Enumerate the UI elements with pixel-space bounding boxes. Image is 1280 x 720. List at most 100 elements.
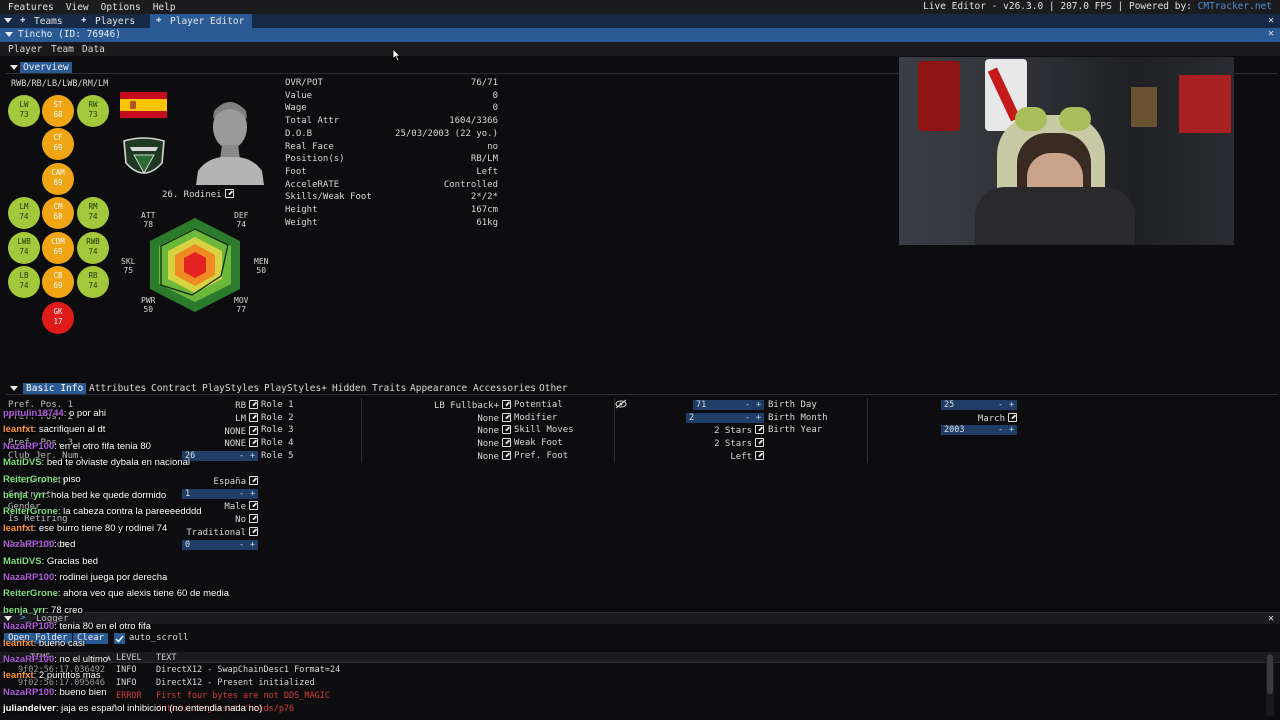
- edit-icon[interactable]: [502, 400, 511, 409]
- skill-stepper[interactable]: 71 - +: [693, 400, 764, 410]
- chat-text: : 2 puntitos mas: [33, 670, 101, 682]
- edit-icon[interactable]: [249, 527, 258, 536]
- tab-accessories[interactable]: Accessories: [470, 383, 539, 394]
- chat-text: : no el ultimo: [54, 654, 109, 665]
- logger-header[interactable]: >_ Logger ✕: [0, 612, 1280, 624]
- role-label: Role 5: [261, 450, 294, 461]
- edit-icon[interactable]: [249, 476, 258, 485]
- subnav-team[interactable]: Team: [51, 44, 74, 55]
- edit-icon[interactable]: [502, 412, 511, 422]
- tab-playstyles-[interactable]: PlayStyles+: [261, 383, 330, 394]
- edit-icon[interactable]: [755, 450, 764, 460]
- pref-pos-3-value: NONE: [224, 427, 246, 437]
- tab-teams[interactable]: ✚ Teams: [14, 14, 71, 28]
- close-icon[interactable]: ✕: [1268, 613, 1274, 624]
- club-jersey-stepper[interactable]: 26- +: [182, 451, 258, 461]
- window-titlebar: Tincho (ID: 76946) ✕: [0, 28, 1280, 42]
- plus-button[interactable]: +: [756, 400, 761, 410]
- collapse-triangle-icon[interactable]: [4, 18, 12, 23]
- edit-icon[interactable]: [502, 450, 511, 460]
- hidden-eye-icon[interactable]: [615, 399, 627, 409]
- chat-username: NazaRP100: [3, 539, 55, 551]
- skill-stepper[interactable]: 2 - +: [686, 412, 764, 423]
- tab-playstyles[interactable]: PlayStyles: [199, 383, 262, 394]
- chat-text: : Gracias bed: [41, 555, 99, 567]
- plus-button[interactable]: +: [1009, 400, 1014, 410]
- tab-bar: ✚ Teams ✚ Players ✚ Player Editor: [0, 14, 1280, 28]
- tab-player-editor[interactable]: ✚ Player Editor: [150, 14, 253, 28]
- edit-icon[interactable]: [502, 425, 511, 435]
- edit-icon[interactable]: [249, 426, 258, 435]
- tab-appearance[interactable]: Appearance: [407, 383, 470, 394]
- tab-players[interactable]: ✚ Players: [75, 14, 143, 28]
- edit-icon[interactable]: [755, 438, 764, 448]
- skill-label: Pref. Foot: [514, 450, 569, 461]
- role-label: Role 3: [261, 425, 294, 436]
- radar-label-skl: SKL 75: [121, 257, 136, 275]
- tab-hidden-traits[interactable]: Hidden Traits: [329, 383, 409, 394]
- position-name: RW: [88, 100, 98, 109]
- close-icon[interactable]: ✕: [1268, 28, 1274, 39]
- plus-button[interactable]: +: [250, 489, 255, 499]
- minus-button[interactable]: -: [998, 400, 1003, 410]
- info-label: Wage: [285, 103, 307, 114]
- tab-attributes[interactable]: Attributes: [86, 383, 149, 394]
- edit-icon[interactable]: [249, 400, 258, 409]
- edit-icon[interactable]: [755, 425, 764, 435]
- menu-view[interactable]: View: [58, 2, 93, 13]
- position-badge-cm: CM 68: [42, 197, 74, 229]
- minus-button[interactable]: -: [239, 451, 244, 461]
- collapse-triangle-icon[interactable]: [10, 386, 18, 391]
- tab-contract[interactable]: Contract: [148, 383, 200, 394]
- edit-icon[interactable]: [224, 189, 234, 198]
- close-tab-icon[interactable]: ✕: [1268, 15, 1274, 26]
- edit-icon[interactable]: [249, 438, 258, 447]
- col-text[interactable]: TEXT: [156, 653, 176, 663]
- minus-button[interactable]: -: [998, 425, 1003, 435]
- tab-basic-info[interactable]: Basic Info: [23, 383, 87, 394]
- position-rating: 73: [19, 110, 29, 119]
- subnav-data[interactable]: Data: [82, 44, 105, 55]
- role-select-value: None: [477, 451, 499, 462]
- role-select: LB Fullback+: [434, 400, 511, 411]
- position-rating: 69: [53, 178, 63, 187]
- birth-label: Birth Year: [768, 425, 823, 436]
- collapse-triangle-icon[interactable]: [10, 65, 18, 70]
- col-level[interactable]: LEVEL: [116, 653, 142, 663]
- info-label: Value: [285, 90, 313, 101]
- minus-button[interactable]: -: [239, 540, 244, 550]
- skill-select-value: 2 Stars: [714, 439, 752, 450]
- subnav-player[interactable]: Player: [8, 44, 42, 55]
- minus-button[interactable]: -: [239, 489, 244, 499]
- skill-label: Modifier: [514, 412, 558, 423]
- auto-scroll-checkbox[interactable]: [114, 633, 125, 644]
- radar-label-pwr: PWR 50: [141, 296, 156, 314]
- edit-icon[interactable]: [502, 438, 511, 448]
- menu-features[interactable]: Features: [0, 2, 58, 13]
- tab-other[interactable]: Other: [536, 383, 571, 394]
- minus-button[interactable]: -: [745, 400, 750, 410]
- menu-options[interactable]: Options: [93, 2, 145, 13]
- plus-button[interactable]: +: [756, 413, 761, 423]
- edit-icon[interactable]: [249, 413, 258, 422]
- minus-button[interactable]: -: [745, 413, 750, 423]
- contract-stepper[interactable]: 1 - +: [182, 489, 258, 499]
- plus-button[interactable]: +: [250, 540, 255, 550]
- birth-stepper[interactable]: 2003 - +: [941, 425, 1017, 436]
- menu-help[interactable]: Help: [145, 2, 180, 13]
- plus-button[interactable]: +: [1009, 425, 1014, 435]
- info-value: 0: [492, 103, 498, 114]
- collapse-triangle-icon[interactable]: [5, 32, 13, 37]
- sub-nav: Player Team Data: [0, 42, 1280, 56]
- edit-icon[interactable]: [249, 501, 258, 510]
- edit-icon[interactable]: [249, 514, 258, 523]
- role-select: None: [477, 412, 511, 424]
- chat-username: NazaRP100: [3, 440, 55, 452]
- celebration-stepper[interactable]: 0 - +: [182, 540, 258, 550]
- edit-icon[interactable]: [1008, 412, 1017, 422]
- birth-stepper[interactable]: 25 - +: [941, 400, 1017, 410]
- cmtracker-link[interactable]: CMTracker.net: [1198, 1, 1272, 12]
- club-crest-logo: [123, 137, 165, 175]
- plus-button[interactable]: +: [250, 451, 255, 461]
- log-scrollbar[interactable]: [1266, 652, 1274, 716]
